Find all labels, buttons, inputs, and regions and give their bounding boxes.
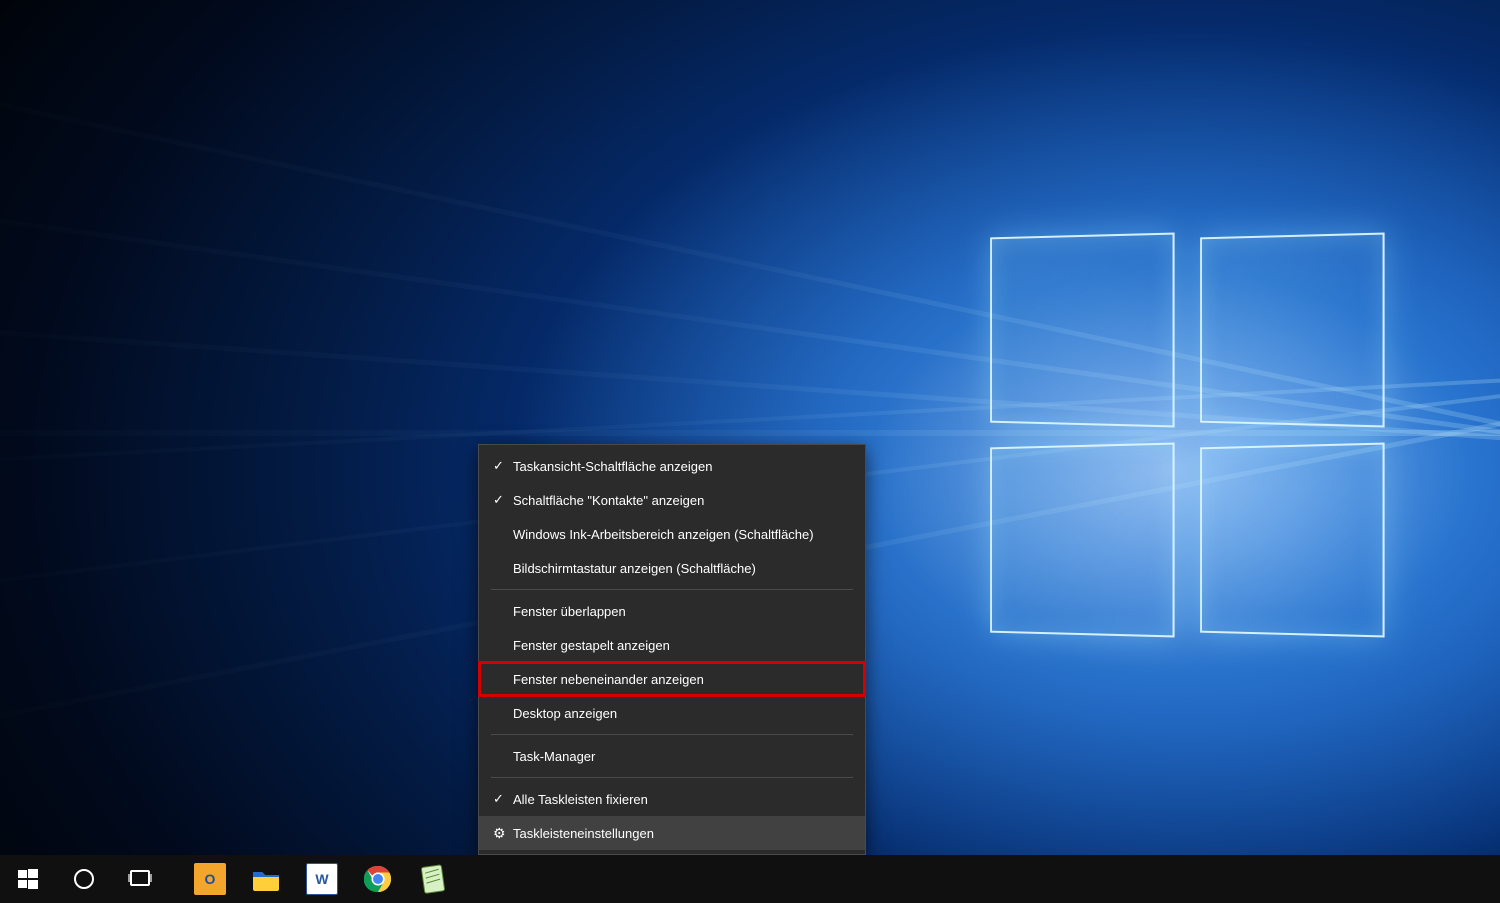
task-view-button[interactable] [112, 855, 168, 903]
windows-logo-pane-br [1200, 443, 1384, 638]
ctx-item-label: Windows Ink-Arbeitsbereich anzeigen (Sch… [513, 527, 851, 542]
windows-logo-pane-tl [990, 233, 1174, 428]
windows-logo-pane-tr [1200, 233, 1384, 428]
cortana-button[interactable] [56, 855, 112, 903]
ctx-separator [491, 589, 853, 590]
ctx-item-label: Fenster überlappen [513, 604, 851, 619]
ctx-item-touch-keyboard[interactable]: Bildschirmtastatur anzeigen (Schaltfläch… [479, 551, 865, 585]
ctx-item-taskview-button[interactable]: ✓ Taskansicht-Schaltfläche anzeigen [479, 449, 865, 483]
taskbar-pinned-outlook[interactable]: O [182, 855, 238, 903]
start-button[interactable] [0, 855, 56, 903]
ctx-item-task-manager[interactable]: Task-Manager [479, 739, 865, 773]
ctx-item-label: Alle Taskleisten fixieren [513, 792, 851, 807]
ctx-item-label: Bildschirmtastatur anzeigen (Schaltfläch… [513, 561, 851, 576]
task-view-icon [128, 869, 152, 889]
ctx-separator [491, 777, 853, 778]
folder-icon [251, 866, 281, 892]
ctx-item-label: Desktop anzeigen [513, 706, 851, 721]
ctx-item-label: Taskansicht-Schaltfläche anzeigen [513, 459, 851, 474]
ctx-item-label: Fenster nebeneinander anzeigen [513, 672, 851, 687]
circle-icon [73, 868, 95, 890]
taskbar-pinned-chrome[interactable] [350, 855, 406, 903]
check-icon: ✓ [493, 458, 513, 474]
word-icon: W [306, 863, 338, 895]
taskbar-pinned-notepadpp[interactable] [406, 855, 462, 903]
taskbar-pinned-word[interactable]: W [294, 855, 350, 903]
ctx-item-ink-workspace[interactable]: Windows Ink-Arbeitsbereich anzeigen (Sch… [479, 517, 865, 551]
ctx-item-stack-windows[interactable]: Fenster gestapelt anzeigen [479, 628, 865, 662]
check-icon: ✓ [493, 791, 513, 807]
chrome-icon [364, 865, 392, 893]
gear-icon: ⚙ [493, 825, 513, 842]
ctx-item-lock-taskbars[interactable]: ✓ Alle Taskleisten fixieren [479, 782, 865, 816]
ctx-item-label: Taskleisteneinstellungen [513, 826, 851, 841]
ctx-item-label: Task-Manager [513, 749, 851, 764]
ctx-item-cascade-windows[interactable]: Fenster überlappen [479, 594, 865, 628]
windows-logo-icon [18, 869, 38, 889]
notepad-icon [420, 864, 448, 894]
ctx-item-label: Fenster gestapelt anzeigen [513, 638, 851, 653]
ctx-item-show-desktop[interactable]: Desktop anzeigen [479, 696, 865, 730]
outlook-icon: O [194, 863, 226, 895]
taskbar-context-menu: ✓ Taskansicht-Schaltfläche anzeigen ✓ Sc… [478, 444, 866, 855]
windows-logo-pane-bl [990, 443, 1174, 638]
check-icon: ✓ [493, 492, 513, 508]
taskbar-pinned-file-explorer[interactable] [238, 855, 294, 903]
ctx-item-taskbar-settings[interactable]: ⚙ Taskleisteneinstellungen [479, 816, 865, 850]
ctx-item-side-by-side-windows[interactable]: Fenster nebeneinander anzeigen [479, 662, 865, 696]
ctx-item-label: Schaltfläche "Kontakte" anzeigen [513, 493, 851, 508]
taskbar[interactable]: O W [0, 855, 1500, 903]
ctx-separator [491, 734, 853, 735]
ctx-item-contacts-button[interactable]: ✓ Schaltfläche "Kontakte" anzeigen [479, 483, 865, 517]
